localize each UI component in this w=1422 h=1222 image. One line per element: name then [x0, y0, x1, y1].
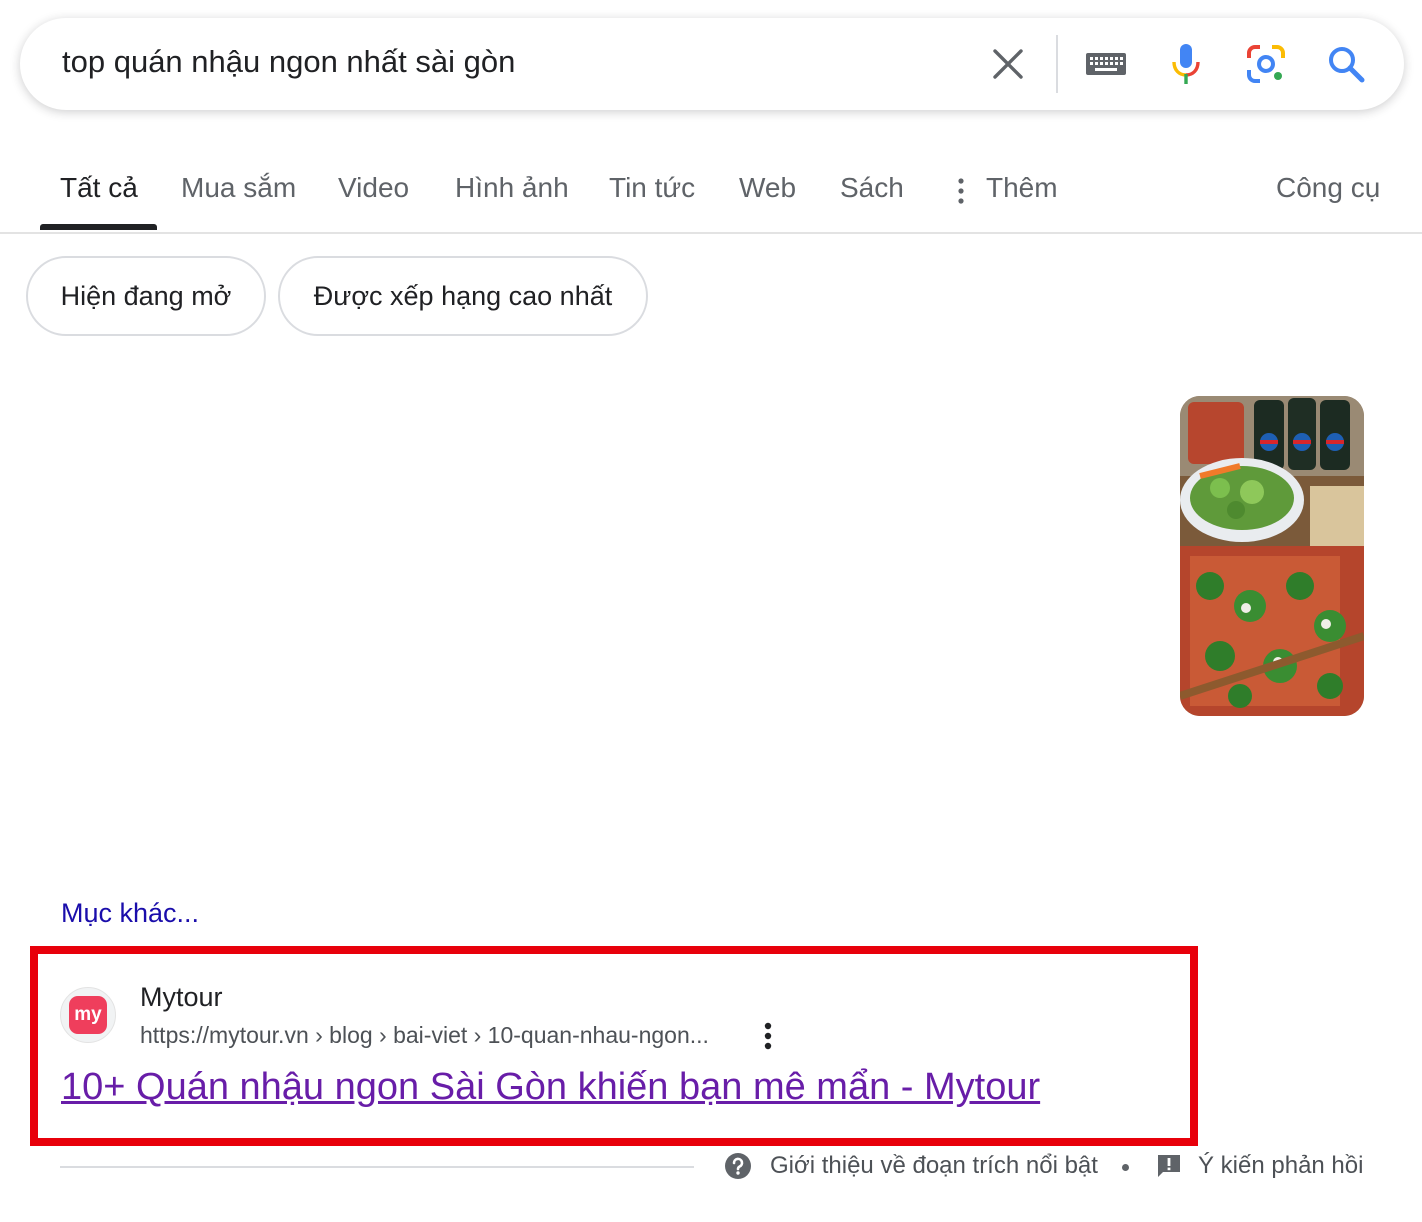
microphone-icon[interactable]: [1162, 40, 1210, 88]
feedback-link[interactable]: Ý kiến phản hồi: [1156, 1152, 1363, 1180]
tab-shopping[interactable]: Mua sắm: [181, 172, 296, 204]
tab-books[interactable]: Sách: [840, 172, 904, 204]
tab-more[interactable]: Thêm: [986, 172, 1058, 204]
result-title-link[interactable]: 10+ Quán nhậu ngon Sài Gòn khiến bạn mê …: [61, 1066, 1040, 1109]
feedback-label: Ý kiến phản hồi: [1198, 1152, 1364, 1179]
search-input[interactable]: top quán nhậu ngon nhất sài gòn: [62, 44, 515, 80]
active-tab-indicator: [40, 224, 157, 230]
more-vertical-icon[interactable]: [958, 178, 964, 204]
tab-images[interactable]: Hình ảnh: [455, 172, 569, 204]
tab-web[interactable]: Web: [739, 172, 796, 204]
mytour-logo: my: [69, 996, 107, 1034]
search-bar-divider: [1056, 35, 1058, 93]
search-bar[interactable]: top quán nhậu ngon nhất sài gòn: [20, 18, 1404, 110]
tab-all[interactable]: Tất cả: [60, 172, 138, 204]
about-featured-snippets-label: Giới thiệu về đoạn trích nổi bật: [770, 1152, 1098, 1179]
tools-button[interactable]: Công cụ: [1276, 172, 1380, 204]
footer-divider: [60, 1166, 694, 1168]
tab-news[interactable]: Tin tức: [609, 172, 695, 204]
more-options-icon[interactable]: [764, 1022, 772, 1050]
keyboard-icon[interactable]: [1082, 40, 1130, 88]
result-site-name[interactable]: Mytour: [140, 982, 223, 1013]
feedback-icon: [1158, 1155, 1180, 1177]
about-featured-snippets-link[interactable]: Giới thiệu về đoạn trích nổi bật: [724, 1152, 1098, 1180]
google-lens-icon[interactable]: [1242, 40, 1290, 88]
tab-videos[interactable]: Video: [338, 172, 409, 204]
help-icon: [725, 1153, 751, 1179]
search-tabs: Tất cả Mua sắm Video Hình ảnh Tin tức We…: [0, 150, 1422, 234]
search-icon[interactable]: [1322, 40, 1370, 88]
chip-open-now[interactable]: Hiện đang mở: [26, 256, 266, 336]
chip-top-rated[interactable]: Được xếp hạng cao nhất: [278, 256, 648, 336]
footer-separator-dot: [1122, 1164, 1129, 1171]
featured-snippet-image[interactable]: [1180, 396, 1364, 716]
result-url[interactable]: https://mytour.vn › blog › bai-viet › 10…: [140, 1022, 709, 1049]
close-icon[interactable]: [984, 40, 1032, 88]
more-items-link[interactable]: Mục khác...: [61, 898, 199, 929]
site-favicon[interactable]: my: [60, 987, 116, 1043]
